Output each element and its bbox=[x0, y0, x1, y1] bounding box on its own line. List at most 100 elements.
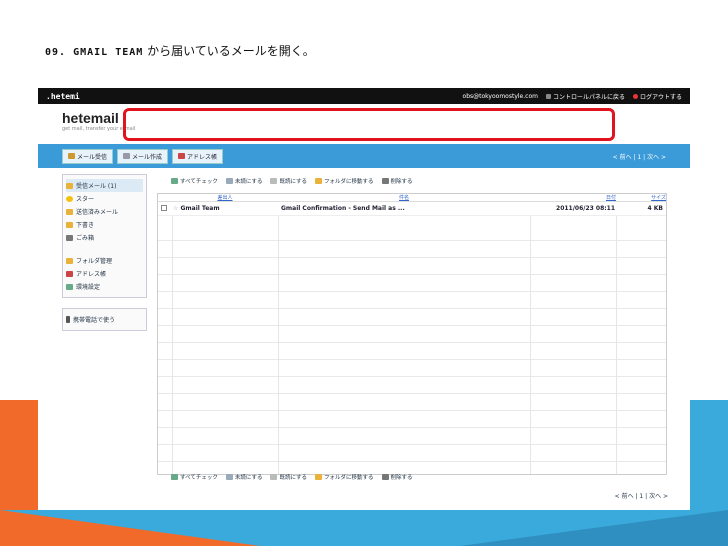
sidebar-item-trash[interactable]: ごみ箱 bbox=[66, 231, 143, 244]
slide-title-rest: から届いているメールを開く。 bbox=[143, 44, 315, 58]
compose-button[interactable]: メール作成 bbox=[117, 148, 169, 164]
trash-icon bbox=[66, 234, 73, 241]
sidebar-item-inbox[interactable]: 受信メール (1) bbox=[66, 179, 143, 192]
row-from: Gmail Team bbox=[180, 205, 220, 212]
sidebar-item-label: スター bbox=[76, 196, 95, 203]
compose-button-label: メール作成 bbox=[132, 153, 163, 161]
settings-icon bbox=[66, 283, 73, 290]
sidebar-item-folder-manage[interactable]: フォルダ管理 bbox=[66, 254, 143, 267]
check-all-button[interactable]: すべてチェック bbox=[171, 177, 218, 185]
folder-icon bbox=[315, 178, 323, 184]
mark-read-label: 既読にする bbox=[279, 179, 308, 185]
move-folder-label: フォルダに移動する bbox=[324, 475, 374, 481]
delete-label: 削除する bbox=[390, 179, 413, 185]
sidebar-item-starred[interactable]: スター bbox=[66, 192, 143, 205]
header-subject[interactable]: 件名 bbox=[278, 194, 530, 201]
mark-unread-label: 未読にする bbox=[234, 179, 263, 185]
folder-box: 受信メール (1) スター 送信済みメール 下書き ごみ箱 フォルダ管理 アドレ… bbox=[62, 174, 147, 298]
mark-read-label: 既読にする bbox=[279, 475, 308, 481]
control-panel-label: コントロールパネルに戻る bbox=[552, 93, 625, 101]
message-table: 差出人 件名 日付 サイズ ☆ Gmail Team Gmail Confirm… bbox=[157, 193, 667, 475]
top-logo[interactable]: .hetemi bbox=[46, 92, 80, 101]
address-book-button-label: アドレス帳 bbox=[187, 153, 218, 161]
check-icon bbox=[171, 178, 178, 184]
slide-title: 09. GMAIL TEAM から届いているメールを開く。 bbox=[45, 42, 315, 59]
inbox-icon bbox=[68, 153, 75, 159]
row-subject[interactable]: Gmail Confirmation - Send Mail as ... bbox=[278, 205, 528, 212]
header-size[interactable]: サイズ bbox=[616, 194, 666, 201]
mobile-phone-icon bbox=[66, 316, 70, 323]
delete-label: 削除する bbox=[390, 475, 413, 481]
move-folder-button[interactable]: フォルダに移動する bbox=[315, 473, 374, 481]
trash-icon bbox=[381, 474, 389, 480]
sidebar-item-label: 携帯電話で使う bbox=[73, 317, 116, 324]
logout-link[interactable]: ログアウトする bbox=[632, 92, 682, 101]
star-outline-icon[interactable]: ☆ bbox=[173, 205, 178, 212]
folder-icon bbox=[66, 182, 73, 189]
main-nav: メール受信 メール作成 アドレス帳 < 前へ | 1 | 次へ > bbox=[38, 144, 690, 168]
logout-label: ログアウトする bbox=[639, 93, 682, 101]
sidebar-item-label: ごみ箱 bbox=[76, 235, 95, 242]
address-book-icon bbox=[178, 153, 186, 159]
sidebar-item-address-book[interactable]: アドレス帳 bbox=[66, 267, 143, 280]
mark-unread-label: 未読にする bbox=[234, 475, 263, 481]
envelope-open-icon bbox=[270, 474, 278, 480]
webmail-screenshot: .hetemi obs@tokyoomostyle.com コントロールパネルに… bbox=[38, 88, 690, 506]
sidebar-item-mobile[interactable]: 携帯電話で使う bbox=[66, 313, 143, 326]
folder-icon bbox=[315, 474, 323, 480]
message-toolbar-bottom: すべてチェック 未読にする 既読にする フォルダに移動する 削除する bbox=[157, 470, 667, 484]
inbox-button[interactable]: メール受信 bbox=[62, 148, 114, 164]
bottom-pager[interactable]: < 前へ | 1 | 次へ > bbox=[615, 491, 668, 500]
row-date: 2011/06/23 08:11 bbox=[556, 205, 615, 212]
mobile-box: 携帯電話で使う bbox=[62, 308, 147, 331]
mark-unread-button[interactable]: 未読にする bbox=[225, 177, 263, 185]
folder-icon bbox=[66, 221, 73, 228]
trash-icon bbox=[381, 178, 389, 184]
sidebar-item-label: フォルダ管理 bbox=[76, 258, 113, 265]
row-size: 4 KB bbox=[647, 205, 664, 212]
address-book-icon bbox=[66, 270, 73, 277]
inbox-button-label: メール受信 bbox=[77, 153, 108, 161]
move-folder-button[interactable]: フォルダに移動する bbox=[315, 177, 374, 185]
top-pager[interactable]: < 前へ | 1 | 次へ > bbox=[613, 152, 666, 161]
envelope-icon bbox=[225, 178, 233, 184]
sidebar-item-drafts[interactable]: 下書き bbox=[66, 218, 143, 231]
sidebar-item-settings[interactable]: 環境設定 bbox=[66, 280, 143, 293]
address-book-button[interactable]: アドレス帳 bbox=[172, 148, 224, 164]
check-all-label: すべてチェック bbox=[180, 179, 218, 185]
sidebar-item-sent[interactable]: 送信済みメール bbox=[66, 205, 143, 218]
sidebar-item-label: 送信済みメール bbox=[76, 209, 119, 216]
delete-button[interactable]: 削除する bbox=[381, 177, 413, 185]
sidebar-item-label: 受信メール (1) bbox=[76, 183, 117, 190]
bottom-toolbar-wrap: すべてチェック 未読にする 既読にする フォルダに移動する 削除する bbox=[157, 470, 667, 484]
compose-icon bbox=[123, 153, 131, 159]
message-list-panel: すべてチェック 未読にする 既読にする フォルダに移動する 削除する 差出人 件… bbox=[157, 174, 667, 475]
message-toolbar: すべてチェック 未読にする 既読にする フォルダに移動する 削除する bbox=[157, 174, 667, 188]
delete-button[interactable]: 削除する bbox=[381, 473, 413, 481]
panel-icon bbox=[545, 93, 551, 99]
top-bar: .hetemi obs@tokyoomostyle.com コントロールパネルに… bbox=[38, 88, 690, 104]
check-icon bbox=[171, 474, 178, 480]
header-date[interactable]: 日付 bbox=[530, 194, 616, 201]
table-row[interactable]: ☆ Gmail Team Gmail Confirmation - Send M… bbox=[158, 202, 666, 216]
sidebar-item-label: アドレス帳 bbox=[76, 271, 107, 278]
envelope-open-icon bbox=[270, 178, 278, 184]
slide-title-caps: 09. GMAIL TEAM bbox=[45, 47, 144, 58]
sidebar-item-label: 環境設定 bbox=[76, 284, 101, 291]
mark-read-button[interactable]: 既読にする bbox=[270, 177, 307, 185]
check-all-button[interactable]: すべてチェック bbox=[171, 473, 218, 481]
folder-manage-icon bbox=[66, 257, 73, 264]
sidebar-item-label: 下書き bbox=[76, 222, 95, 229]
logout-icon bbox=[632, 93, 638, 99]
red-highlight-box bbox=[123, 108, 615, 141]
envelope-icon bbox=[225, 474, 233, 480]
move-folder-label: フォルダに移動する bbox=[324, 179, 374, 185]
mark-unread-button[interactable]: 未読にする bbox=[225, 473, 263, 481]
table-header: 差出人 件名 日付 サイズ bbox=[158, 194, 666, 202]
header-from[interactable]: 差出人 bbox=[172, 194, 278, 201]
mark-read-button[interactable]: 既読にする bbox=[270, 473, 307, 481]
account-email: obs@tokyoomostyle.com bbox=[462, 92, 538, 100]
control-panel-link[interactable]: コントロールパネルに戻る bbox=[545, 92, 625, 101]
row-checkbox[interactable] bbox=[158, 204, 170, 213]
sidebar: 受信メール (1) スター 送信済みメール 下書き ごみ箱 フォルダ管理 アドレ… bbox=[62, 174, 147, 331]
